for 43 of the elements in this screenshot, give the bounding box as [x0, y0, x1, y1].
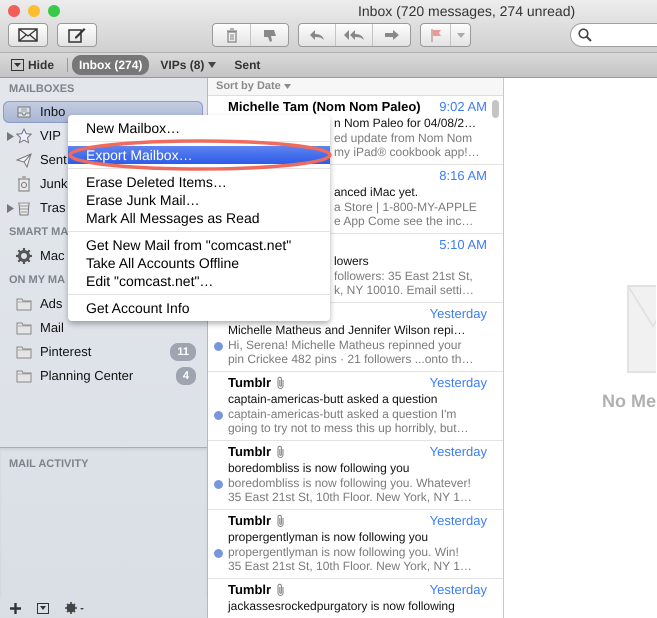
message-subject: lowers: [334, 254, 370, 268]
unread-count: 4: [176, 366, 196, 386]
message-preview: captain-americas-butt asked a question I'm: [228, 406, 458, 420]
message-preview: k, NY 10010. Email setti…: [334, 282, 475, 296]
message-time: 5:10 AM: [439, 238, 487, 252]
window-title: Inbox (720 messages, 274 unread): [358, 2, 576, 21]
message-preview: ed update from Nom Nom: [334, 130, 474, 144]
message-preview: my iPad® cookbook app!…: [334, 144, 481, 158]
message-subject: Michelle Matheus and Jennifer Wilson repi…: [228, 322, 466, 338]
message-subject: boredombliss is now following you: [228, 460, 410, 476]
message-time: Yesterday: [430, 514, 487, 528]
message-preview: pin Crickee 482 pins · 21 followers ...onto th…: [228, 352, 474, 366]
message-time: 8:16 AM: [439, 169, 487, 183]
message-sender: Tumblr: [228, 514, 272, 528]
message-time: Yesterday: [430, 583, 487, 597]
message-preview: going to try not to mess this up horribly, but…: [228, 420, 470, 434]
message-time: Yesterday: [430, 376, 487, 390]
message-preview: e App Come see the inc…: [334, 214, 474, 228]
message-time: Yesterday: [430, 307, 487, 321]
message-subject: n Nom Paleo for 04/08/2…: [334, 116, 478, 130]
message-preview: boredombliss is now following you. Whatever!: [228, 476, 472, 490]
message-sender: Tumblr: [228, 445, 272, 459]
message-preview: 35 East 21st St, 10th Floor. New York, NY 1…: [228, 558, 473, 572]
message-preview: a Store | 1-800-MY-APPLE: [334, 200, 478, 214]
message-subject: jackassesrockedpurgatory is now following: [228, 598, 456, 614]
message-sender: Tumblr: [228, 583, 272, 597]
message-time: Yesterday: [430, 445, 487, 459]
section-heading: SMART MA: [9, 225, 68, 240]
message-preview: propergentlyman is now following you. Win!: [228, 544, 460, 558]
message-preview: followers: 35 East 21st St,: [334, 268, 474, 282]
message-sender: Michelle Tam (Nom Nom Paleo): [228, 100, 421, 114]
message-time: 9:02 AM: [439, 100, 487, 114]
unread-count: 11: [170, 342, 196, 362]
section-heading: MAIL ACTIVITY: [9, 457, 88, 472]
message-subject: captain-americas-butt asked a question: [228, 392, 438, 406]
section-heading: MAILBOXES: [9, 82, 74, 97]
section-heading: ON MY MA: [9, 273, 66, 288]
message-preview: Hi, Serena! Michelle Matheus repinned your: [228, 338, 462, 352]
message-subject: propergentlyman is now following you: [228, 530, 430, 544]
message-subject: anced iMac yet.: [334, 184, 420, 200]
message-sender: Tumblr: [228, 376, 272, 390]
message-preview: 35 East 21st St, 10th Floor. New York, NY 1…: [228, 490, 473, 504]
empty-viewer-text: No Me: [602, 390, 656, 413]
